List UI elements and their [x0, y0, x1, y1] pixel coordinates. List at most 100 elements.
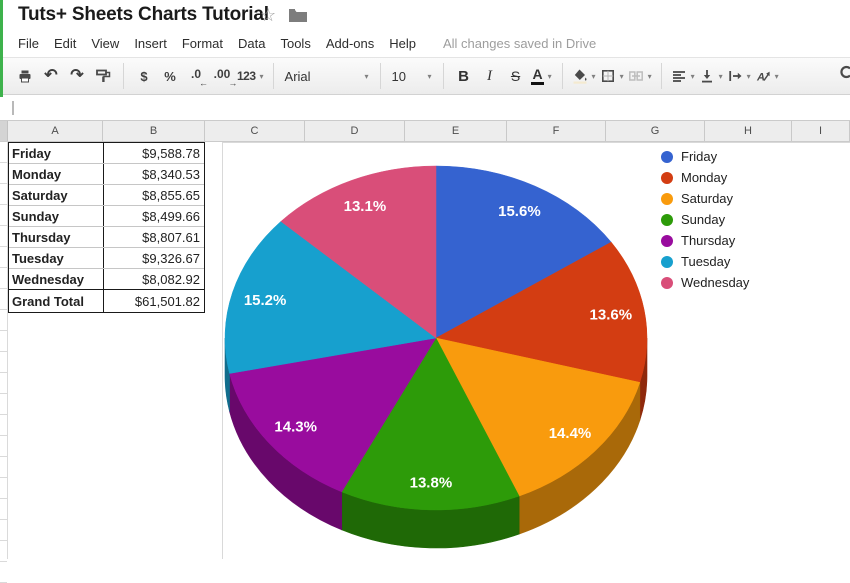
legend-label: Wednesday: [681, 275, 749, 290]
cell-amount-value[interactable]: $9,588.78: [104, 143, 204, 163]
cell-day-label[interactable]: Saturday: [9, 185, 104, 205]
cell-amount-value[interactable]: $8,340.53: [104, 164, 204, 184]
text-rotation-icon[interactable]: A▾: [755, 63, 779, 89]
bold-icon[interactable]: B: [453, 63, 475, 89]
pie-chart[interactable]: 15.6%13.6%14.4%13.8%14.3%15.2%13.1%: [223, 143, 850, 559]
column-header-A[interactable]: A: [8, 121, 103, 141]
column-header-E[interactable]: E: [405, 121, 507, 141]
font-family-select[interactable]: Arial▾: [283, 63, 371, 89]
menu-data[interactable]: Data: [238, 36, 265, 51]
borders-icon[interactable]: ▾: [600, 63, 624, 89]
row-tick: [0, 142, 7, 163]
text-color-icon[interactable]: A▾: [531, 63, 553, 89]
text-wrap-icon[interactable]: ▾: [727, 63, 751, 89]
cell-day-label[interactable]: Wednesday: [9, 269, 104, 289]
legend-item-sunday[interactable]: Sunday: [661, 209, 749, 230]
menu-view[interactable]: View: [91, 36, 119, 51]
table-row: Friday$9,588.78: [9, 143, 204, 163]
menu-file[interactable]: File: [18, 36, 39, 51]
cell-amount-value[interactable]: $9,326.67: [104, 248, 204, 268]
legend-color-dot: [661, 151, 673, 163]
menu-tools[interactable]: Tools: [280, 36, 310, 51]
legend-item-monday[interactable]: Monday: [661, 167, 749, 188]
cell-day-label[interactable]: Grand Total: [9, 290, 104, 312]
menu-help[interactable]: Help: [389, 36, 416, 51]
insert-link-icon[interactable]: [836, 64, 850, 90]
star-icon[interactable]: ☆: [260, 5, 276, 26]
font-size-select[interactable]: 10▾: [390, 63, 434, 89]
horizontal-align-icon[interactable]: ▾: [671, 63, 695, 89]
legend-color-dot: [661, 193, 673, 205]
row-tick: [0, 520, 7, 541]
decimal-arrow: →: [228, 78, 237, 88]
column-header-B[interactable]: B: [103, 121, 205, 141]
increase-decimal-icon[interactable]: .00→: [211, 63, 233, 89]
cell-day-label[interactable]: Friday: [9, 143, 104, 163]
cell-day-label[interactable]: Thursday: [9, 227, 104, 247]
legend-item-tuesday[interactable]: Tuesday: [661, 251, 749, 272]
legend-label: Sunday: [681, 212, 725, 227]
undo-icon[interactable]: ↶: [40, 63, 62, 89]
fill-color-icon[interactable]: ▾: [572, 63, 596, 89]
legend-label: Friday: [681, 149, 717, 164]
currency-format-icon[interactable]: $: [133, 63, 155, 89]
select-all-corner[interactable]: [0, 121, 8, 141]
menu-insert[interactable]: Insert: [134, 36, 167, 51]
chart-panel[interactable]: 15.6%13.6%14.4%13.8%14.3%15.2%13.1% Frid…: [222, 142, 850, 559]
column-header-G[interactable]: G: [606, 121, 705, 141]
row-tick: [0, 499, 7, 520]
cell-day-label[interactable]: Monday: [9, 164, 104, 184]
menu-items: File Edit View Insert Format Data Tools Add-ons…: [18, 36, 431, 51]
italic-icon[interactable]: I: [479, 63, 501, 89]
print-icon[interactable]: [14, 63, 36, 89]
legend-item-thursday[interactable]: Thursday: [661, 230, 749, 251]
column-header-D[interactable]: D: [305, 121, 405, 141]
data-table: Friday$9,588.78Monday$8,340.53Saturday$8…: [8, 142, 205, 313]
menu-addons[interactable]: Add-ons: [326, 36, 374, 51]
dropdown-caret: ▾: [691, 72, 695, 81]
dropdown-caret: ▾: [260, 72, 264, 81]
column-header-C[interactable]: C: [205, 121, 305, 141]
cell-day-label[interactable]: Sunday: [9, 206, 104, 226]
redo-icon[interactable]: ↷: [66, 63, 88, 89]
legend-item-saturday[interactable]: Saturday: [661, 188, 749, 209]
dropdown-caret: ▾: [719, 72, 723, 81]
legend-item-wednesday[interactable]: Wednesday: [661, 272, 749, 293]
italic-label: I: [487, 68, 492, 85]
spreadsheet-grid: ABCDEFGHI Friday$9,588.78Monday$8,340.53…: [0, 120, 850, 559]
document-title[interactable]: Tuts+ Sheets Charts Tutorial: [18, 4, 269, 26]
cell-amount-value[interactable]: $61,501.82: [104, 290, 204, 312]
cell-amount-value[interactable]: $8,499.66: [104, 206, 204, 226]
decrease-decimal-icon[interactable]: .0←: [185, 63, 207, 89]
column-header-H[interactable]: H: [705, 121, 792, 141]
dropdown-caret: ▾: [548, 72, 552, 81]
more-formats-icon[interactable]: 123 ▾: [237, 63, 264, 89]
row-tick: [0, 247, 7, 268]
font-size-label: 10: [392, 69, 406, 84]
legend-color-dot: [661, 256, 673, 268]
cell-amount-value[interactable]: $8,807.61: [104, 227, 204, 247]
merge-cells-icon[interactable]: ▾: [628, 63, 652, 89]
cell-day-label[interactable]: Tuesday: [9, 248, 104, 268]
cell-amount-value[interactable]: $8,855.65: [104, 185, 204, 205]
column-header-F[interactable]: F: [507, 121, 606, 141]
folder-icon[interactable]: [289, 8, 307, 22]
legend-item-friday[interactable]: Friday: [661, 146, 749, 167]
menu-format[interactable]: Format: [182, 36, 223, 51]
strikethrough-icon[interactable]: S: [505, 63, 527, 89]
table-row: Sunday$8,499.66: [9, 205, 204, 226]
vertical-align-icon[interactable]: ▾: [699, 63, 723, 89]
row-tick: [0, 394, 7, 415]
percent-format-icon[interactable]: %: [159, 63, 181, 89]
cell-amount-value[interactable]: $8,082.92: [104, 269, 204, 289]
toolbar-divider: [380, 63, 381, 89]
strikethrough-label: S: [511, 68, 520, 84]
row-tick: [0, 268, 7, 289]
left-edge-accent: [0, 0, 3, 97]
paint-format-icon[interactable]: [92, 63, 114, 89]
menu-edit[interactable]: Edit: [54, 36, 76, 51]
column-header-I[interactable]: I: [792, 121, 850, 141]
more-formats-label: 123: [237, 69, 256, 83]
row-tick: [0, 289, 7, 310]
menu-bar: File Edit View Insert Format Data Tools Add-ons…: [0, 30, 850, 56]
